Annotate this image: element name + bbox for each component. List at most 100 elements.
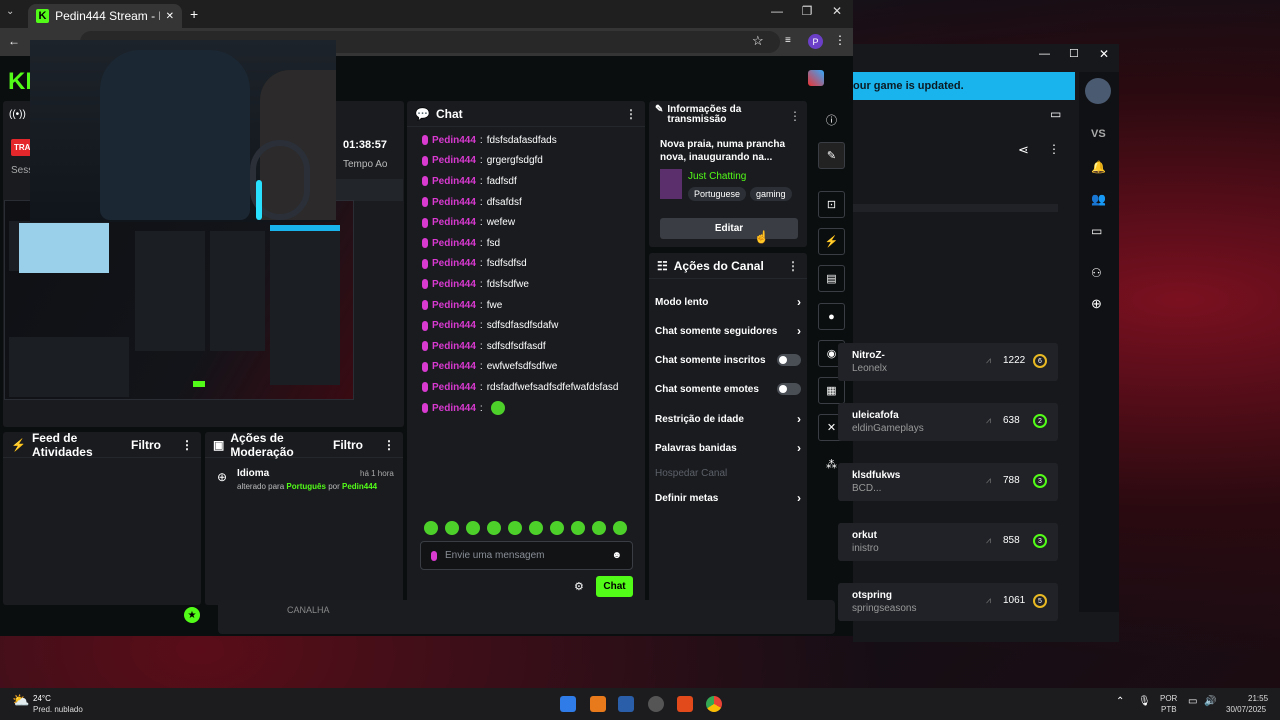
activity-feed-header: ⚡ Feed de Atividades Filtro ⋮ — [3, 431, 201, 459]
toggle-switch[interactable] — [777, 354, 801, 366]
chat-username[interactable]: Pedin444 — [432, 258, 476, 269]
category-name[interactable]: Just Chatting — [688, 171, 746, 182]
bell-icon[interactable]: 🔔 — [1091, 160, 1106, 174]
mic-tray-icon[interactable]: 🎙 — [1138, 696, 1151, 707]
channel-action-item[interactable]: Chat somente inscritos — [655, 351, 801, 369]
chat-message: Pedin444: fadfsdf — [422, 171, 637, 192]
close-window-icon[interactable]: ✕ — [822, 4, 852, 18]
channel-action-item[interactable]: Definir metas › — [655, 489, 801, 507]
chat-list-icon[interactable]: ▭ — [1091, 224, 1102, 238]
bg-minimize-icon[interactable]: — — [1039, 48, 1050, 60]
notes-button[interactable]: ▤ — [818, 265, 845, 292]
message-icon[interactable]: ▭ — [1050, 107, 1061, 121]
minimize-icon[interactable]: — — [762, 4, 792, 18]
toggle-switch[interactable] — [777, 383, 801, 395]
edit-stream-button[interactable]: Editar — [660, 218, 798, 239]
taskbar-app-icon[interactable] — [618, 696, 634, 712]
rank-card[interactable]: klsdfukws BCD... ⩘ 788 3 — [838, 463, 1058, 501]
channel-action-item[interactable]: Chat somente emotes — [655, 380, 801, 398]
star-icon[interactable]: ★ — [184, 607, 200, 623]
stream-info-menu-icon[interactable]: ⋮ — [789, 109, 801, 123]
stream-tags: Portuguese gaming — [688, 187, 792, 201]
chat-username[interactable]: Pedin444 — [432, 176, 476, 187]
browser-menu-icon[interactable]: ⋮ — [834, 33, 846, 47]
friends-icon[interactable]: 👥 — [1091, 192, 1106, 206]
lang-code[interactable]: POR — [1160, 694, 1177, 703]
pen-tool-button[interactable]: ✎ — [818, 142, 845, 169]
tray-chevron-icon[interactable]: ⌃ — [1116, 696, 1124, 707]
chat-username[interactable]: Pedin444 — [432, 300, 476, 311]
chat-text: fwe — [486, 299, 503, 311]
party-icon[interactable]: ⚇ — [1091, 266, 1102, 280]
vs-label[interactable]: VS — [1091, 128, 1106, 140]
profile-avatar[interactable]: P — [808, 34, 823, 49]
chat-username[interactable]: Pedin444 — [432, 382, 476, 393]
clip-button[interactable]: ⊡ — [818, 191, 845, 218]
emote-bar[interactable] — [424, 521, 634, 540]
channel-action-item[interactable]: Modo lento › — [655, 293, 801, 311]
chat-menu-icon[interactable]: ⋮ — [625, 107, 637, 121]
chat-username[interactable]: Pedin444 — [432, 217, 476, 228]
chat-username[interactable]: Pedin444 — [432, 403, 476, 414]
new-tab-button[interactable]: + — [190, 6, 198, 22]
weather-temp[interactable]: 24°C — [33, 694, 51, 703]
taskbar-app-icon[interactable] — [590, 696, 606, 712]
chat-username[interactable]: Pedin444 — [432, 361, 476, 372]
apps-icon[interactable]: ⁂ — [826, 458, 837, 471]
chat-username[interactable]: Pedin444 — [432, 341, 476, 352]
chat-username[interactable]: Pedin444 — [432, 238, 476, 249]
weather-desc[interactable]: Pred. nublado — [33, 705, 83, 714]
channel-action-item[interactable]: Chat somente seguidores › — [655, 322, 801, 340]
channel-action-item[interactable]: Palavras banidas › — [655, 439, 801, 457]
volume-icon[interactable]: 🔊 — [1204, 696, 1216, 707]
chat-send-button[interactable]: Chat — [596, 576, 633, 597]
share-icon[interactable]: ⋖ — [1018, 142, 1029, 158]
network-icon[interactable]: ▭ — [1188, 696, 1197, 707]
chat-username[interactable]: Pedin444 — [432, 135, 476, 146]
chat-username[interactable]: Pedin444 — [432, 279, 476, 290]
bolt-button[interactable]: ⚡ — [818, 228, 845, 255]
moderation-menu-icon[interactable]: ⋮ — [383, 438, 395, 452]
info-icon[interactable]: ⓘ — [826, 112, 837, 128]
moderation-filter-button[interactable]: Filtro — [333, 438, 363, 452]
chat-settings-icon[interactable]: ⚙ — [574, 580, 584, 593]
add-icon[interactable]: ⊕ — [1091, 296, 1102, 312]
channel-action-item[interactable]: Restrição de idade › — [655, 410, 801, 428]
tab-search-icon[interactable]: ⌄ — [6, 6, 14, 17]
activity-menu-icon[interactable]: ⋮ — [181, 438, 193, 452]
clock-time[interactable]: 21:55 — [1248, 694, 1268, 703]
layout-button[interactable]: ▦ — [818, 377, 845, 404]
chevron-right-icon: › — [797, 441, 801, 455]
rank-card[interactable]: NitroZ- Leonelx ⩘ 1222 6 — [838, 343, 1058, 381]
chat-text: fadfsdf — [486, 175, 517, 187]
emoji-icon[interactable]: ☻ — [611, 550, 622, 561]
rank-card[interactable]: orkut inistro ⩘ 858 3 — [838, 523, 1058, 561]
chat-message-input[interactable]: Envie uma mensagem ☻ — [420, 541, 633, 570]
lang-layout[interactable]: PTB — [1161, 705, 1177, 714]
chrome-icon[interactable] — [706, 696, 722, 712]
bg-close-icon[interactable]: ✕ — [1099, 47, 1109, 61]
bg-menu-icon[interactable]: ⋮ — [1048, 142, 1060, 156]
rank-card[interactable]: uleicafofa eldinGameplays ⩘ 638 2 — [838, 403, 1058, 441]
bookmark-star-icon[interactable]: ☆ — [752, 33, 764, 49]
chat-username[interactable]: Pedin444 — [432, 197, 476, 208]
close-tab-icon[interactable]: ✕ — [166, 11, 174, 22]
channel-actions-menu-icon[interactable]: ⋮ — [787, 259, 799, 273]
browser-tab[interactable]: K Pedin444 Stream - Kick Dashbo ✕ — [28, 4, 182, 28]
mic-badge-icon — [422, 197, 428, 208]
clock-date[interactable]: 30/07/2025 — [1226, 705, 1266, 714]
media-icon[interactable]: ≡ — [785, 35, 791, 46]
brave-icon[interactable] — [677, 696, 693, 712]
chat-username[interactable]: Pedin444 — [432, 155, 476, 166]
back-icon[interactable]: ← — [8, 34, 20, 48]
restore-icon[interactable]: ❐ — [792, 4, 822, 18]
start-icon[interactable] — [560, 696, 576, 712]
taskbar-app-icon[interactable] — [648, 696, 664, 712]
chat-username[interactable]: Pedin444 — [432, 320, 476, 331]
activity-filter-button[interactable]: Filtro — [131, 438, 161, 452]
bg-maximize-icon[interactable]: ☐ — [1069, 47, 1079, 60]
chat-bubble-button[interactable]: ● — [818, 303, 845, 330]
user-avatar[interactable] — [1085, 78, 1111, 104]
notification-icon[interactable] — [808, 70, 824, 86]
rank-card[interactable]: otspring springseasons ⩘ 1061 5 — [838, 583, 1058, 621]
